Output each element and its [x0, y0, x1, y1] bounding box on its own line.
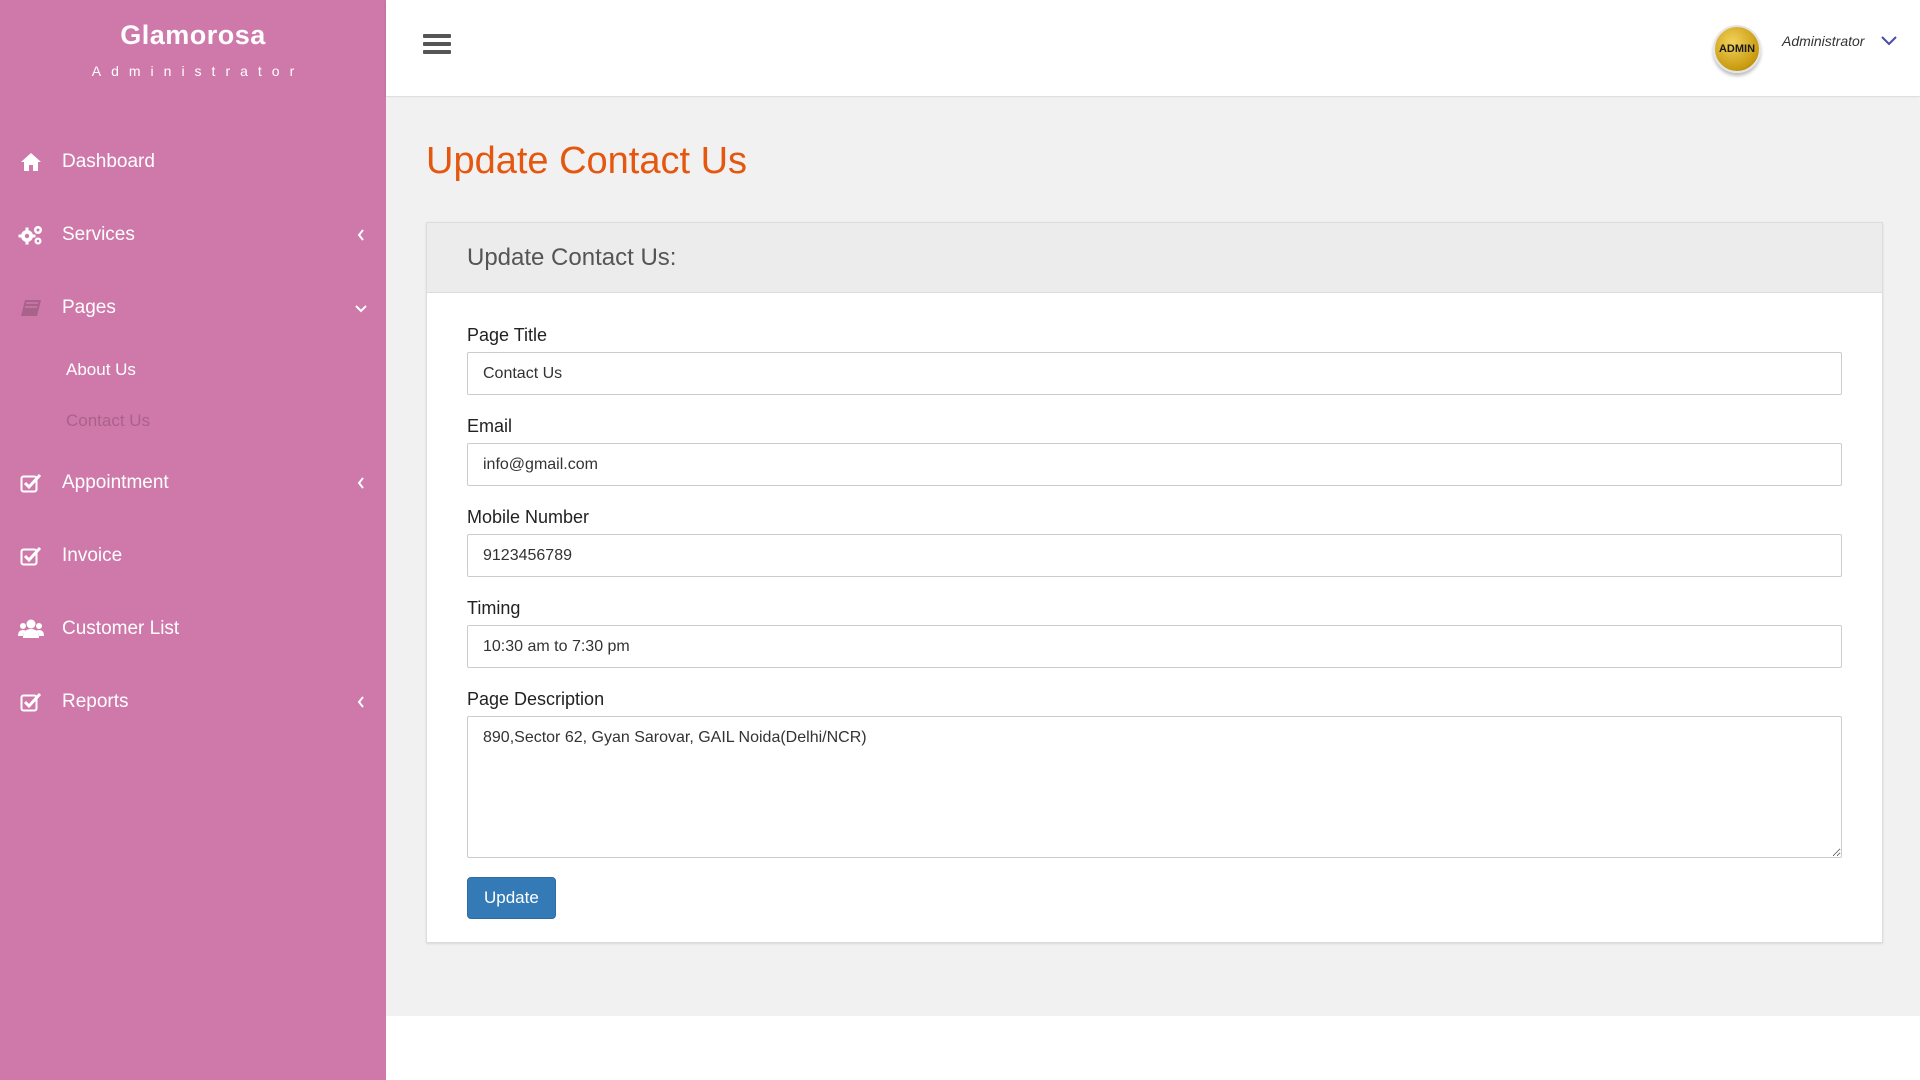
avatar[interactable]: ADMIN	[1713, 25, 1761, 73]
chevron-left-icon	[354, 695, 368, 709]
page-title-label: Page Title	[467, 325, 548, 345]
brand-subtitle: Administrator	[91, 63, 305, 79]
timing-label: Timing	[467, 598, 521, 618]
sidebar-item-label: Reports	[62, 690, 129, 712]
chevron-left-icon	[354, 476, 368, 490]
gears-icon	[18, 224, 44, 246]
brand-name[interactable]: Glamorosa	[0, 20, 386, 51]
sidebar-nav: Dashboard Services Pages About Us Contac…	[0, 125, 386, 738]
sidebar-item-label: Appointment	[62, 471, 169, 493]
check-square-icon	[18, 472, 44, 494]
sidebar-item-reports[interactable]: Reports	[0, 665, 386, 738]
card-title: Update Contact Us:	[467, 243, 677, 271]
sidebar-item-label: Services	[62, 223, 135, 245]
chevron-down-icon[interactable]	[1880, 33, 1898, 47]
chevron-down-icon	[354, 301, 368, 315]
form-card: Update Contact Us: Page Title Email Mobi…	[426, 222, 1883, 943]
sidebar: Glamorosa Administrator Dashboard Servic…	[0, 0, 386, 1080]
main-content: Update Contact Us Update Contact Us: Pag…	[386, 98, 1920, 1016]
contact-form: Page Title Email Mobile Number Timing Pa…	[427, 293, 1882, 919]
sidebar-item-pages[interactable]: Pages	[0, 271, 386, 344]
sidebar-subitem-about-us[interactable]: About Us	[66, 344, 386, 395]
sidebar-item-label: Dashboard	[62, 150, 155, 172]
mobile-number-input[interactable]	[467, 534, 1842, 577]
sidebar-item-dashboard[interactable]: Dashboard	[0, 125, 386, 198]
brand: Glamorosa Administrator	[0, 0, 386, 79]
topbar: ADMIN Administrator	[386, 0, 1920, 97]
menu-toggle-icon[interactable]	[423, 32, 451, 56]
sidebar-item-label: Invoice	[62, 544, 123, 566]
home-icon	[18, 151, 44, 173]
timing-input[interactable]	[467, 625, 1842, 668]
chevron-left-icon	[354, 228, 368, 242]
pages-submenu: About Us Contact Us	[0, 344, 386, 446]
check-square-icon	[18, 545, 44, 567]
page-description-label: Page Description	[467, 689, 605, 709]
book-icon	[18, 297, 44, 319]
user-name[interactable]: Administrator	[1782, 33, 1864, 49]
page-title: Update Contact Us	[426, 140, 748, 182]
sidebar-subitem-contact-us[interactable]: Contact Us	[66, 395, 386, 446]
sidebar-item-services[interactable]: Services	[0, 198, 386, 271]
sidebar-item-label: Customer List	[62, 617, 180, 639]
update-button[interactable]: Update	[467, 877, 556, 919]
sidebar-item-invoice[interactable]: Invoice	[0, 519, 386, 592]
users-icon	[18, 618, 44, 640]
email-label: Email	[467, 416, 513, 436]
avatar-text: ADMIN	[1718, 43, 1756, 55]
card-header: Update Contact Us:	[427, 223, 1882, 293]
sidebar-item-label: Pages	[62, 296, 116, 318]
check-square-icon	[18, 691, 44, 713]
page-title-input[interactable]	[467, 352, 1842, 395]
sidebar-item-appointment[interactable]: Appointment	[0, 446, 386, 519]
sidebar-item-customer-list[interactable]: Customer List	[0, 592, 386, 665]
mobile-number-label: Mobile Number	[467, 507, 590, 527]
email-input[interactable]	[467, 443, 1842, 486]
page-description-textarea[interactable]: 890,Sector 62, Gyan Sarovar, GAIL Noida(…	[467, 716, 1842, 858]
